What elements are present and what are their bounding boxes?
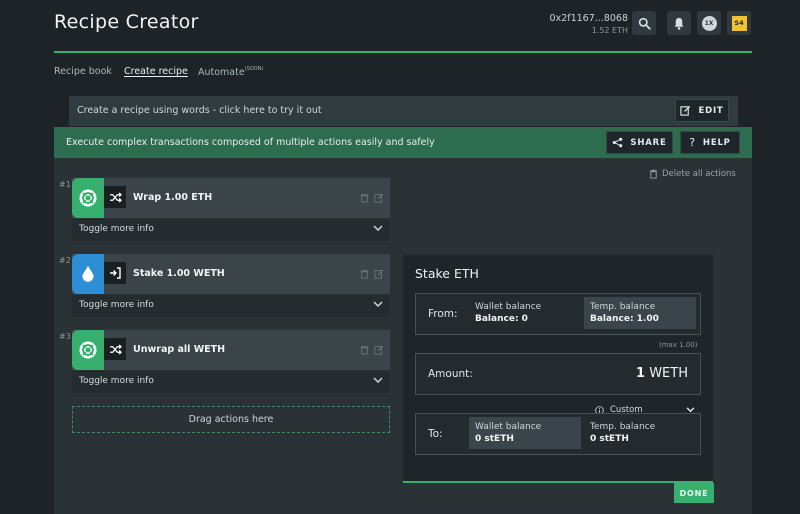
to-wallet-value: 0 stETH [475, 434, 514, 444]
action-label: Wrap 1.00 ETH [133, 192, 213, 203]
action-type-badge [104, 262, 126, 284]
to-wallet-title: Wallet balance [475, 422, 542, 432]
toggle-label: Toggle more info [79, 300, 154, 310]
edit-button[interactable]: EDIT [675, 99, 729, 122]
words-banner[interactable]: Create a recipe using words - click here… [69, 96, 738, 126]
notifications-button[interactable] [667, 11, 691, 35]
amount-label: Amount: [428, 368, 473, 380]
action-type-badge [104, 186, 126, 208]
to-temp-title: Temp. balance [590, 422, 656, 432]
from-wallet-value: Balance: 0 [475, 314, 528, 324]
protocol-badge [72, 254, 104, 294]
help-icon: ? [689, 136, 696, 149]
stake-form-accent-line [403, 481, 713, 483]
soon-badge: (SOON) [244, 66, 264, 72]
from-temp-title: Temp. balance [590, 302, 656, 312]
shuffle-icon [109, 191, 122, 203]
help-label: HELP [702, 137, 731, 148]
share-icon [613, 137, 623, 148]
header-divider [54, 51, 752, 53]
trash-icon [649, 169, 658, 179]
tab-recipe-book[interactable]: Recipe book [54, 66, 112, 77]
action-type-badge [104, 338, 126, 360]
toggle-more-info[interactable]: Toggle more info [72, 295, 390, 317]
edit-label: EDIT [698, 105, 724, 116]
stake-form: Stake ETH From: Wallet balance Balance: … [403, 255, 713, 483]
recipe-panel: Execute complex transactions composed of… [54, 127, 752, 514]
done-button[interactable]: DONE [674, 483, 714, 503]
enter-icon [110, 267, 121, 279]
chevron-down-icon [373, 377, 383, 383]
action-label: Unwrap all WETH [133, 344, 226, 355]
chevron-down-icon [373, 225, 383, 231]
action-number: #1 [59, 180, 71, 189]
gas-icon: 1X [701, 15, 717, 31]
edit-icon[interactable] [374, 193, 384, 203]
action-card-wrap[interactable]: Wrap 1.00 ETH [72, 178, 390, 218]
protocol-badge [72, 178, 104, 218]
amount-input[interactable]: 1 WETH [636, 366, 688, 381]
to-wallet-balance[interactable]: Wallet balance 0 stETH [469, 417, 581, 449]
account-icon: S4 [731, 15, 747, 31]
lifebuoy-icon [79, 341, 97, 359]
lifebuoy-icon [79, 189, 97, 207]
wallet-info[interactable]: 0x2f1167...8068 1.52 ETH [540, 13, 628, 36]
drop-icon [82, 266, 94, 282]
action-dropzone[interactable]: Drag actions here [72, 406, 390, 433]
delete-all-actions[interactable]: Delete all actions [649, 169, 736, 179]
max-hint: (max 1.00) [659, 341, 698, 349]
gas-button[interactable]: 1X [697, 11, 721, 35]
edit-icon [680, 105, 691, 116]
trash-icon[interactable] [360, 345, 369, 355]
trash-icon[interactable] [360, 193, 369, 203]
delete-all-label: Delete all actions [662, 169, 736, 179]
from-wallet-title: Wallet balance [475, 302, 542, 312]
protocol-badge [72, 330, 104, 370]
tab-automate-label: Automate [198, 67, 245, 78]
panel-header: Execute complex transactions composed of… [54, 127, 752, 158]
share-button[interactable]: SHARE [606, 131, 673, 154]
action-label: Stake 1.00 WETH [133, 268, 225, 279]
edit-icon[interactable] [374, 269, 384, 279]
amount-field[interactable]: Amount: 1 WETH [415, 353, 701, 395]
from-temp-balance[interactable]: Temp. balance Balance: 1.00 [584, 297, 696, 329]
words-banner-text: Create a recipe using words - click here… [77, 105, 322, 116]
to-temp-balance[interactable]: Temp. balance 0 stETH [584, 417, 696, 449]
amount-value: 1 [636, 366, 646, 381]
action-card-unwrap[interactable]: Unwrap all WETH [72, 330, 390, 370]
amount-unit: WETH [649, 366, 688, 381]
help-button[interactable]: ? HELP [680, 131, 740, 154]
chevron-down-icon [373, 301, 383, 307]
bell-icon [674, 17, 684, 30]
search-button[interactable] [632, 11, 656, 35]
action-card-stake[interactable]: Stake 1.00 WETH [72, 254, 390, 294]
account-button[interactable]: S4 [727, 11, 751, 35]
from-temp-value: Balance: 1.00 [590, 314, 659, 324]
to-selector: To: Wallet balance 0 stETH Temp. balance… [415, 413, 701, 455]
from-selector: From: Wallet balance Balance: 0 Temp. ba… [415, 293, 701, 335]
search-icon [638, 17, 651, 30]
toggle-label: Toggle more info [79, 224, 154, 234]
tab-automate[interactable]: Automate(SOON) [198, 66, 263, 78]
action-number: #2 [59, 256, 71, 265]
stake-form-title: Stake ETH [415, 266, 479, 281]
wallet-address: 0x2f1167...8068 [549, 13, 628, 24]
toggle-more-info[interactable]: Toggle more info [72, 219, 390, 241]
shuffle-icon [109, 343, 122, 355]
to-label: To: [428, 428, 443, 440]
edit-icon[interactable] [374, 345, 384, 355]
page-title: Recipe Creator [54, 11, 199, 33]
share-label: SHARE [630, 137, 667, 148]
toggle-label: Toggle more info [79, 376, 154, 386]
trash-icon[interactable] [360, 269, 369, 279]
action-number: #3 [59, 332, 71, 341]
header: Recipe Creator 0x2f1167...8068 1.52 ETH … [0, 0, 800, 50]
toggle-more-info[interactable]: Toggle more info [72, 371, 390, 393]
from-label: From: [428, 308, 458, 320]
panel-description: Execute complex transactions composed of… [66, 137, 435, 148]
from-wallet-balance[interactable]: Wallet balance Balance: 0 [469, 297, 579, 329]
wallet-balance: 1.52 ETH [591, 26, 628, 35]
to-temp-value: 0 stETH [590, 434, 629, 444]
tab-create-recipe[interactable]: Create recipe [124, 66, 188, 77]
